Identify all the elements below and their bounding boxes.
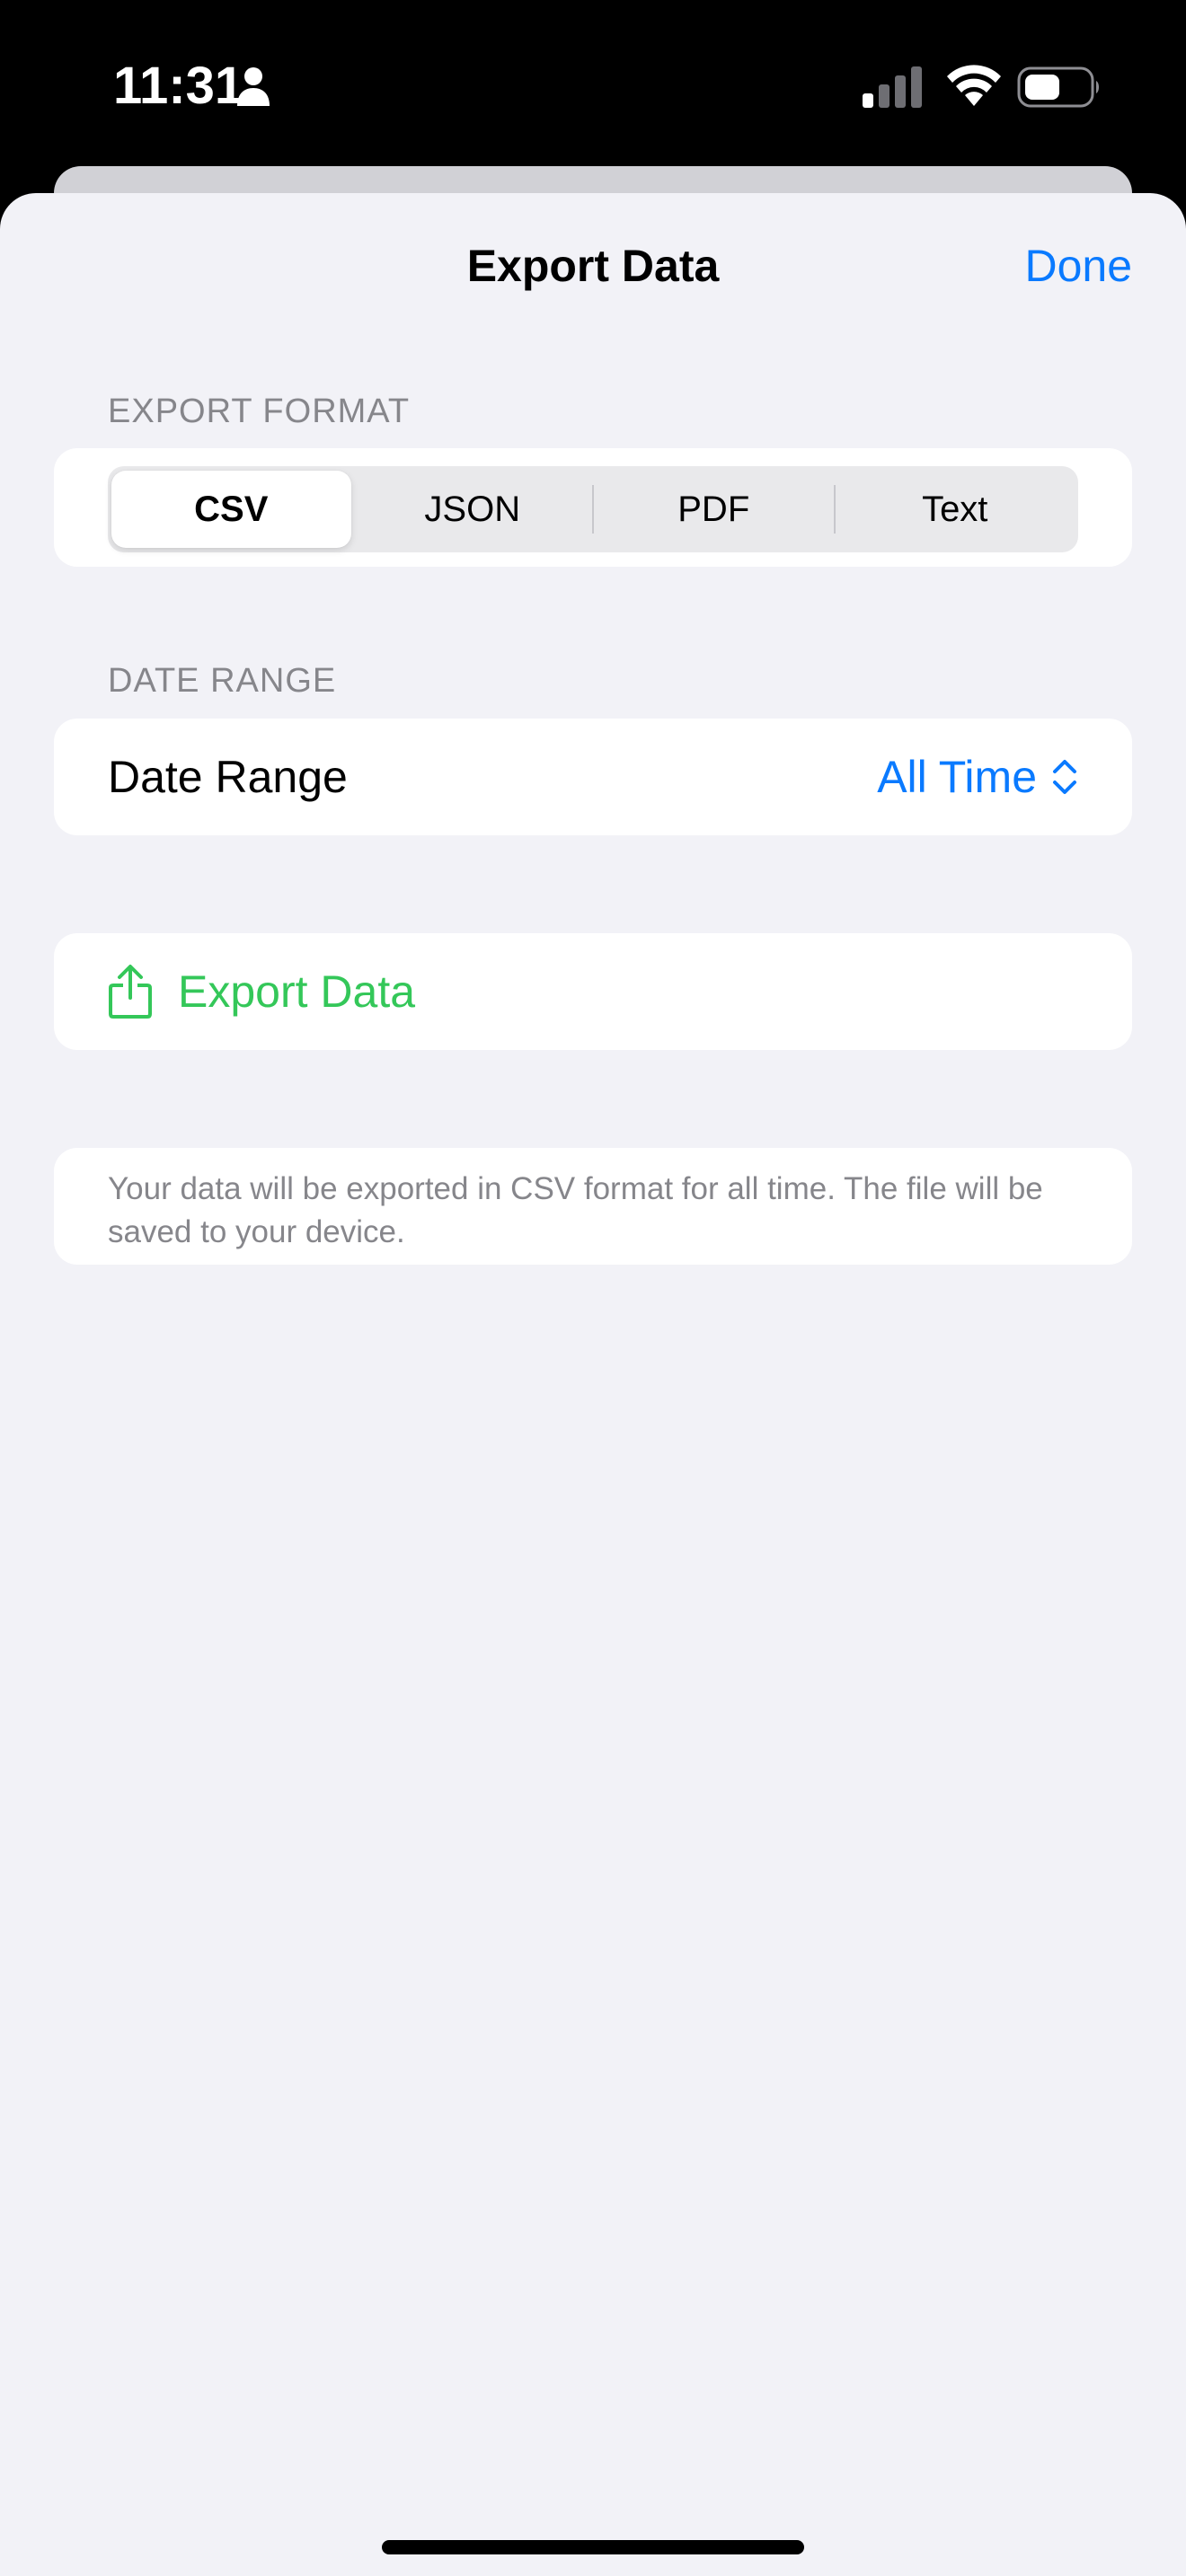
section-header-export-format: EXPORT FORMAT — [108, 393, 411, 430]
page-title: Export Data — [466, 241, 720, 291]
status-bar: 11:31 — [0, 0, 1186, 171]
info-text: Your data will be exported in CSV format… — [108, 1171, 1043, 1249]
section-header-date-range: DATE RANGE — [108, 662, 337, 700]
export-data-label: Export Data — [178, 966, 416, 1017]
segment-pdf[interactable]: PDF — [594, 471, 834, 548]
person-icon — [237, 67, 270, 106]
date-range-row[interactable]: Date Range All Time — [54, 719, 1132, 835]
status-time: 11:31 — [113, 57, 244, 115]
chevron-up-down-icon — [1053, 760, 1076, 794]
date-range-label: Date Range — [108, 752, 348, 802]
export-format-card: CSV JSON PDF Text — [54, 448, 1132, 567]
wifi-icon — [947, 65, 1001, 106]
segment-csv[interactable]: CSV — [111, 471, 351, 548]
date-range-value: All Time — [877, 752, 1037, 802]
info-card: Your data will be exported in CSV format… — [54, 1148, 1132, 1265]
done-button[interactable]: Done — [1024, 240, 1132, 292]
signal-icon — [863, 66, 922, 108]
export-data-row: Export Data — [54, 933, 1132, 1050]
battery-icon — [1017, 66, 1099, 108]
export-sheet: Export Data Done EXPORT FORMAT CSV JSON … — [0, 193, 1186, 2576]
date-range-picker[interactable]: All Time — [877, 719, 1078, 835]
home-indicator[interactable] — [382, 2540, 804, 2554]
segment-text[interactable]: Text — [836, 471, 1075, 548]
segment-json[interactable]: JSON — [353, 471, 593, 548]
format-segmented-control: CSV JSON PDF Text — [108, 466, 1078, 552]
export-data-button[interactable]: Export Data — [54, 933, 1132, 1050]
share-icon — [109, 965, 152, 1019]
